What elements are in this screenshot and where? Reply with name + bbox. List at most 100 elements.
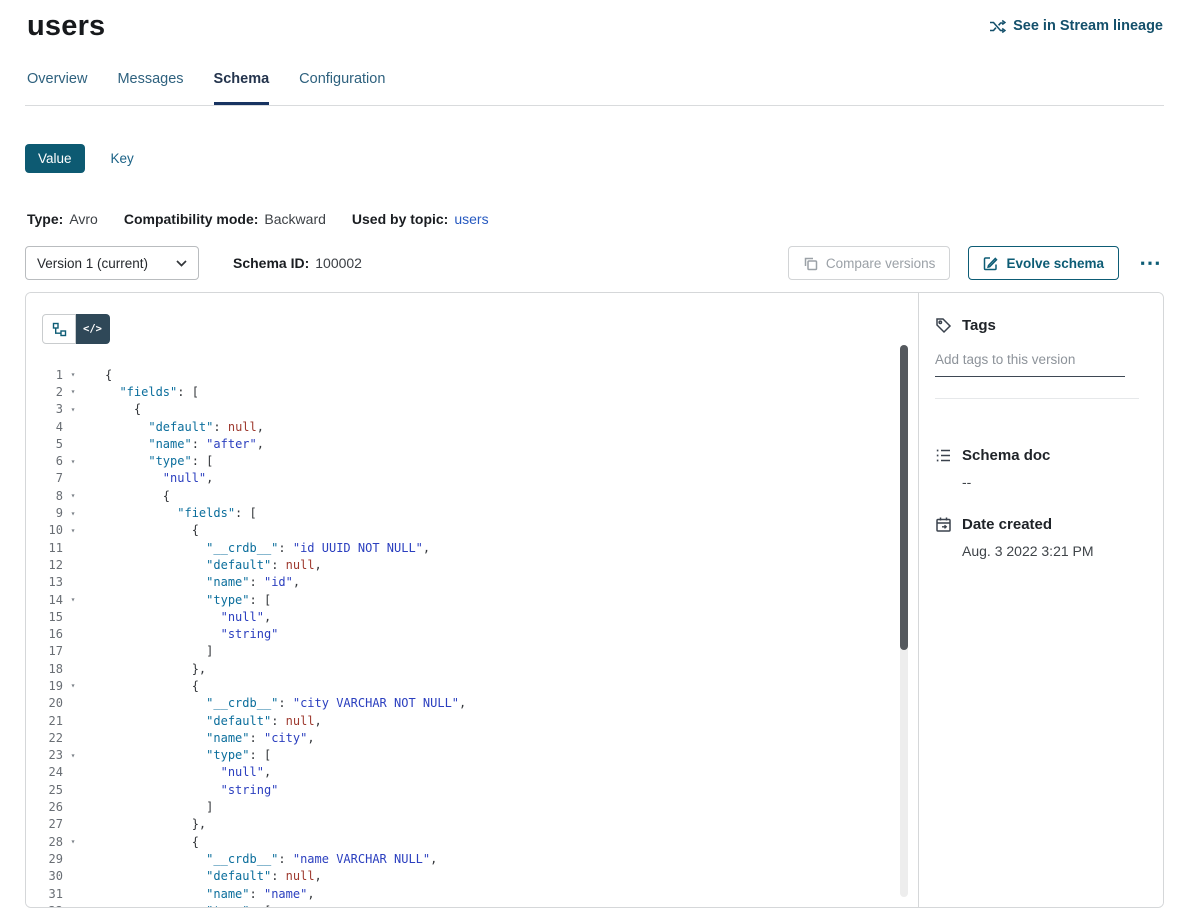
code-line: 14▾ "type": [ — [26, 591, 918, 608]
line-number: 2 — [26, 385, 63, 399]
topic-link[interactable]: users — [454, 211, 488, 227]
fold-toggle-icon[interactable]: ▾ — [63, 491, 83, 500]
tags-input[interactable] — [935, 348, 1125, 377]
code-text: "default": null, — [83, 558, 322, 572]
line-number: 6 — [26, 454, 63, 468]
tab-overview[interactable]: Overview — [27, 71, 87, 105]
line-number: 23 — [26, 748, 63, 762]
line-number: 27 — [26, 817, 63, 831]
code-line: 22 "name": "city", — [26, 729, 918, 746]
evolve-schema-button[interactable]: Evolve schema — [968, 246, 1119, 280]
stream-lineage-link[interactable]: See in Stream lineage — [989, 18, 1163, 34]
tree-view-icon — [52, 322, 67, 337]
tags-title: Tags — [962, 317, 996, 334]
line-number: 30 — [26, 869, 63, 883]
code-line: 3▾ { — [26, 401, 918, 418]
code-text: "string" — [83, 627, 278, 641]
schema-type-toggle: Value Key — [25, 144, 1189, 173]
tab-schema[interactable]: Schema — [214, 71, 270, 105]
used-by-topic-label: Used by topic: — [352, 211, 448, 227]
code-line: 1▾{ — [26, 366, 918, 383]
code-text: "default": null, — [83, 420, 264, 434]
line-number: 15 — [26, 610, 63, 624]
tabs: Overview Messages Schema Configuration — [0, 71, 1189, 105]
code-view-icon: </> — [83, 323, 102, 335]
code-text: "null", — [83, 610, 271, 624]
line-number: 5 — [26, 437, 63, 451]
editor-scrollbar-track[interactable] — [900, 345, 908, 897]
line-number: 13 — [26, 575, 63, 589]
code-text: { — [83, 835, 199, 849]
line-number: 26 — [26, 800, 63, 814]
code-line: 17 ] — [26, 643, 918, 660]
sidebar-divider — [935, 398, 1139, 399]
line-number: 17 — [26, 644, 63, 658]
type-value: Avro — [69, 211, 98, 227]
schema-doc-value: -- — [962, 474, 1139, 490]
code-line: 30 "default": null, — [26, 868, 918, 885]
page-title: users — [27, 10, 105, 43]
code-line: 11 "__crdb__": "id UUID NOT NULL", — [26, 539, 918, 556]
more-options-button[interactable]: ⋯ — [1137, 253, 1163, 273]
tree-view-button[interactable] — [42, 314, 76, 344]
code-text: "null", — [83, 471, 213, 485]
compare-versions-button[interactable]: Compare versions — [788, 246, 951, 280]
line-number: 18 — [26, 662, 63, 676]
compare-versions-label: Compare versions — [826, 256, 936, 271]
compatibility-value: Backward — [264, 211, 325, 227]
code-line: 26 ] — [26, 798, 918, 815]
code-text: "type": [ — [83, 454, 213, 468]
code-text: "fields": [ — [83, 385, 199, 399]
date-created-value: Aug. 3 2022 3:21 PM — [962, 543, 1139, 559]
tab-configuration[interactable]: Configuration — [299, 71, 385, 105]
fold-toggle-icon[interactable]: ▾ — [63, 526, 83, 535]
code-line: 23▾ "type": [ — [26, 747, 918, 764]
code-line: 29 "__crdb__": "name VARCHAR NULL", — [26, 850, 918, 867]
code-line: 28▾ { — [26, 833, 918, 850]
fold-toggle-icon[interactable]: ▾ — [63, 457, 83, 466]
fold-toggle-icon[interactable]: ▾ — [63, 681, 83, 690]
code-line: 12 "default": null, — [26, 556, 918, 573]
fold-toggle-icon[interactable]: ▾ — [63, 405, 83, 414]
fold-toggle-icon[interactable]: ▾ — [63, 509, 83, 518]
tab-messages[interactable]: Messages — [117, 71, 183, 105]
date-created-title: Date created — [962, 516, 1052, 533]
fold-toggle-icon[interactable]: ▾ — [63, 387, 83, 396]
schema-id-label: Schema ID: — [233, 255, 309, 271]
fold-toggle-icon[interactable]: ▾ — [63, 370, 83, 379]
toolbar-actions: Compare versions Evolve schema ⋯ — [788, 246, 1163, 280]
fold-toggle-icon[interactable]: ▾ — [63, 837, 83, 846]
schema-meta-row: Type: Avro Compatibility mode: Backward … — [27, 211, 1189, 227]
schema-detail-panel: </> 1▾{2▾ "fields": [3▾ {4 "default": nu… — [25, 292, 1164, 908]
code-text: "name": "name", — [83, 887, 315, 901]
code-text: "type": [ — [83, 593, 271, 607]
code-line: 27 }, — [26, 816, 918, 833]
line-number: 10 — [26, 523, 63, 537]
fold-toggle-icon[interactable]: ▾ — [63, 595, 83, 604]
version-select[interactable]: Version 1 (current) — [25, 246, 199, 280]
code-text: { — [83, 523, 199, 537]
code-line: 25 "string" — [26, 781, 918, 798]
code-text: "string" — [83, 783, 278, 797]
line-number: 21 — [26, 714, 63, 728]
page-header: users See in Stream lineage — [0, 0, 1189, 43]
line-number: 22 — [26, 731, 63, 745]
code-line: 4 "default": null, — [26, 418, 918, 435]
code-line: 18 }, — [26, 660, 918, 677]
fold-toggle-icon[interactable]: ▾ — [63, 751, 83, 760]
editor-scrollbar-thumb[interactable] — [900, 345, 908, 650]
evolve-schema-label: Evolve schema — [1006, 256, 1104, 271]
tags-section-header: Tags — [935, 317, 1139, 334]
fold-toggle-icon[interactable]: ▾ — [63, 906, 83, 908]
line-number: 28 — [26, 835, 63, 849]
value-toggle-button[interactable]: Value — [25, 144, 85, 173]
editor-view-toggle: </> — [42, 314, 110, 344]
line-number: 14 — [26, 593, 63, 607]
line-number: 11 — [26, 541, 63, 555]
key-toggle-button[interactable]: Key — [111, 151, 134, 166]
code-line: 19▾ { — [26, 677, 918, 694]
line-number: 24 — [26, 765, 63, 779]
code-view-button[interactable]: </> — [76, 314, 110, 344]
code-text: "fields": [ — [83, 506, 257, 520]
list-icon — [935, 447, 952, 464]
